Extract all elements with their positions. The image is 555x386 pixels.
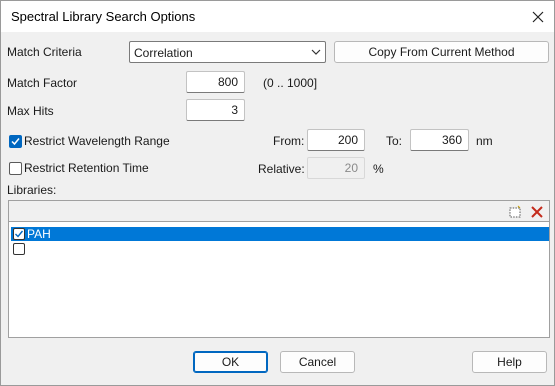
wavelength-to-label: To: bbox=[386, 134, 403, 148]
library-row-checkbox[interactable] bbox=[13, 243, 25, 255]
close-button[interactable] bbox=[523, 3, 553, 30]
delete-library-button[interactable] bbox=[528, 203, 546, 220]
restrict-wavelength-checkbox[interactable] bbox=[9, 135, 22, 148]
relative-label: Relative: bbox=[258, 162, 305, 176]
dialog-title: Spectral Library Search Options bbox=[11, 9, 196, 24]
libraries-label: Libraries: bbox=[7, 183, 57, 197]
relative-input[interactable]: 20 bbox=[307, 157, 365, 179]
ok-button-label: OK bbox=[221, 355, 240, 369]
max-hits-label: Max Hits bbox=[7, 104, 54, 118]
new-item-icon bbox=[509, 205, 521, 217]
relative-unit: % bbox=[373, 162, 384, 176]
help-button-label: Help bbox=[497, 355, 522, 369]
copy-button-label: Copy From Current Method bbox=[368, 45, 515, 59]
copy-from-current-method-button[interactable]: Copy From Current Method bbox=[334, 41, 549, 63]
cancel-button[interactable]: Cancel bbox=[280, 351, 355, 373]
wavelength-from-label: From: bbox=[273, 134, 305, 148]
title-bar: Spectral Library Search Options bbox=[1, 1, 554, 32]
match-factor-label: Match Factor bbox=[7, 76, 78, 90]
ok-button[interactable]: OK bbox=[193, 351, 268, 373]
wavelength-unit: nm bbox=[476, 134, 493, 148]
max-hits-input[interactable]: 3 bbox=[186, 99, 245, 121]
restrict-retention-checkbox[interactable] bbox=[9, 162, 22, 175]
match-criteria-label: Match Criteria bbox=[7, 45, 82, 59]
wavelength-to-input[interactable]: 360 bbox=[410, 129, 469, 151]
match-criteria-select[interactable]: Correlation bbox=[129, 41, 326, 63]
match-factor-range: (0 .. 1000] bbox=[263, 76, 318, 90]
library-row[interactable]: PAH bbox=[11, 227, 549, 241]
restrict-retention-label: Restrict Retention Time bbox=[24, 161, 149, 175]
restrict-wavelength-label: Restrict Wavelength Range bbox=[24, 134, 170, 148]
libraries-panel: PAH bbox=[8, 200, 550, 338]
libraries-toolbar bbox=[9, 201, 549, 222]
library-row-checkbox[interactable] bbox=[13, 228, 25, 240]
help-button[interactable]: Help bbox=[472, 351, 547, 373]
cancel-button-label: Cancel bbox=[298, 355, 337, 369]
delete-icon bbox=[531, 205, 543, 218]
library-row[interactable] bbox=[11, 242, 549, 256]
close-icon bbox=[532, 11, 544, 22]
wavelength-from-input[interactable]: 200 bbox=[307, 129, 365, 151]
match-criteria-value: Correlation bbox=[134, 46, 193, 60]
library-row-label: PAH bbox=[27, 227, 51, 241]
checkmark-icon bbox=[11, 138, 20, 146]
match-factor-input[interactable]: 800 bbox=[186, 71, 245, 93]
checkmark-icon bbox=[15, 230, 24, 238]
add-library-button[interactable] bbox=[506, 203, 524, 220]
chevron-down-icon bbox=[311, 49, 321, 55]
dialog-window: Spectral Library Search Options Match Cr… bbox=[0, 0, 555, 386]
